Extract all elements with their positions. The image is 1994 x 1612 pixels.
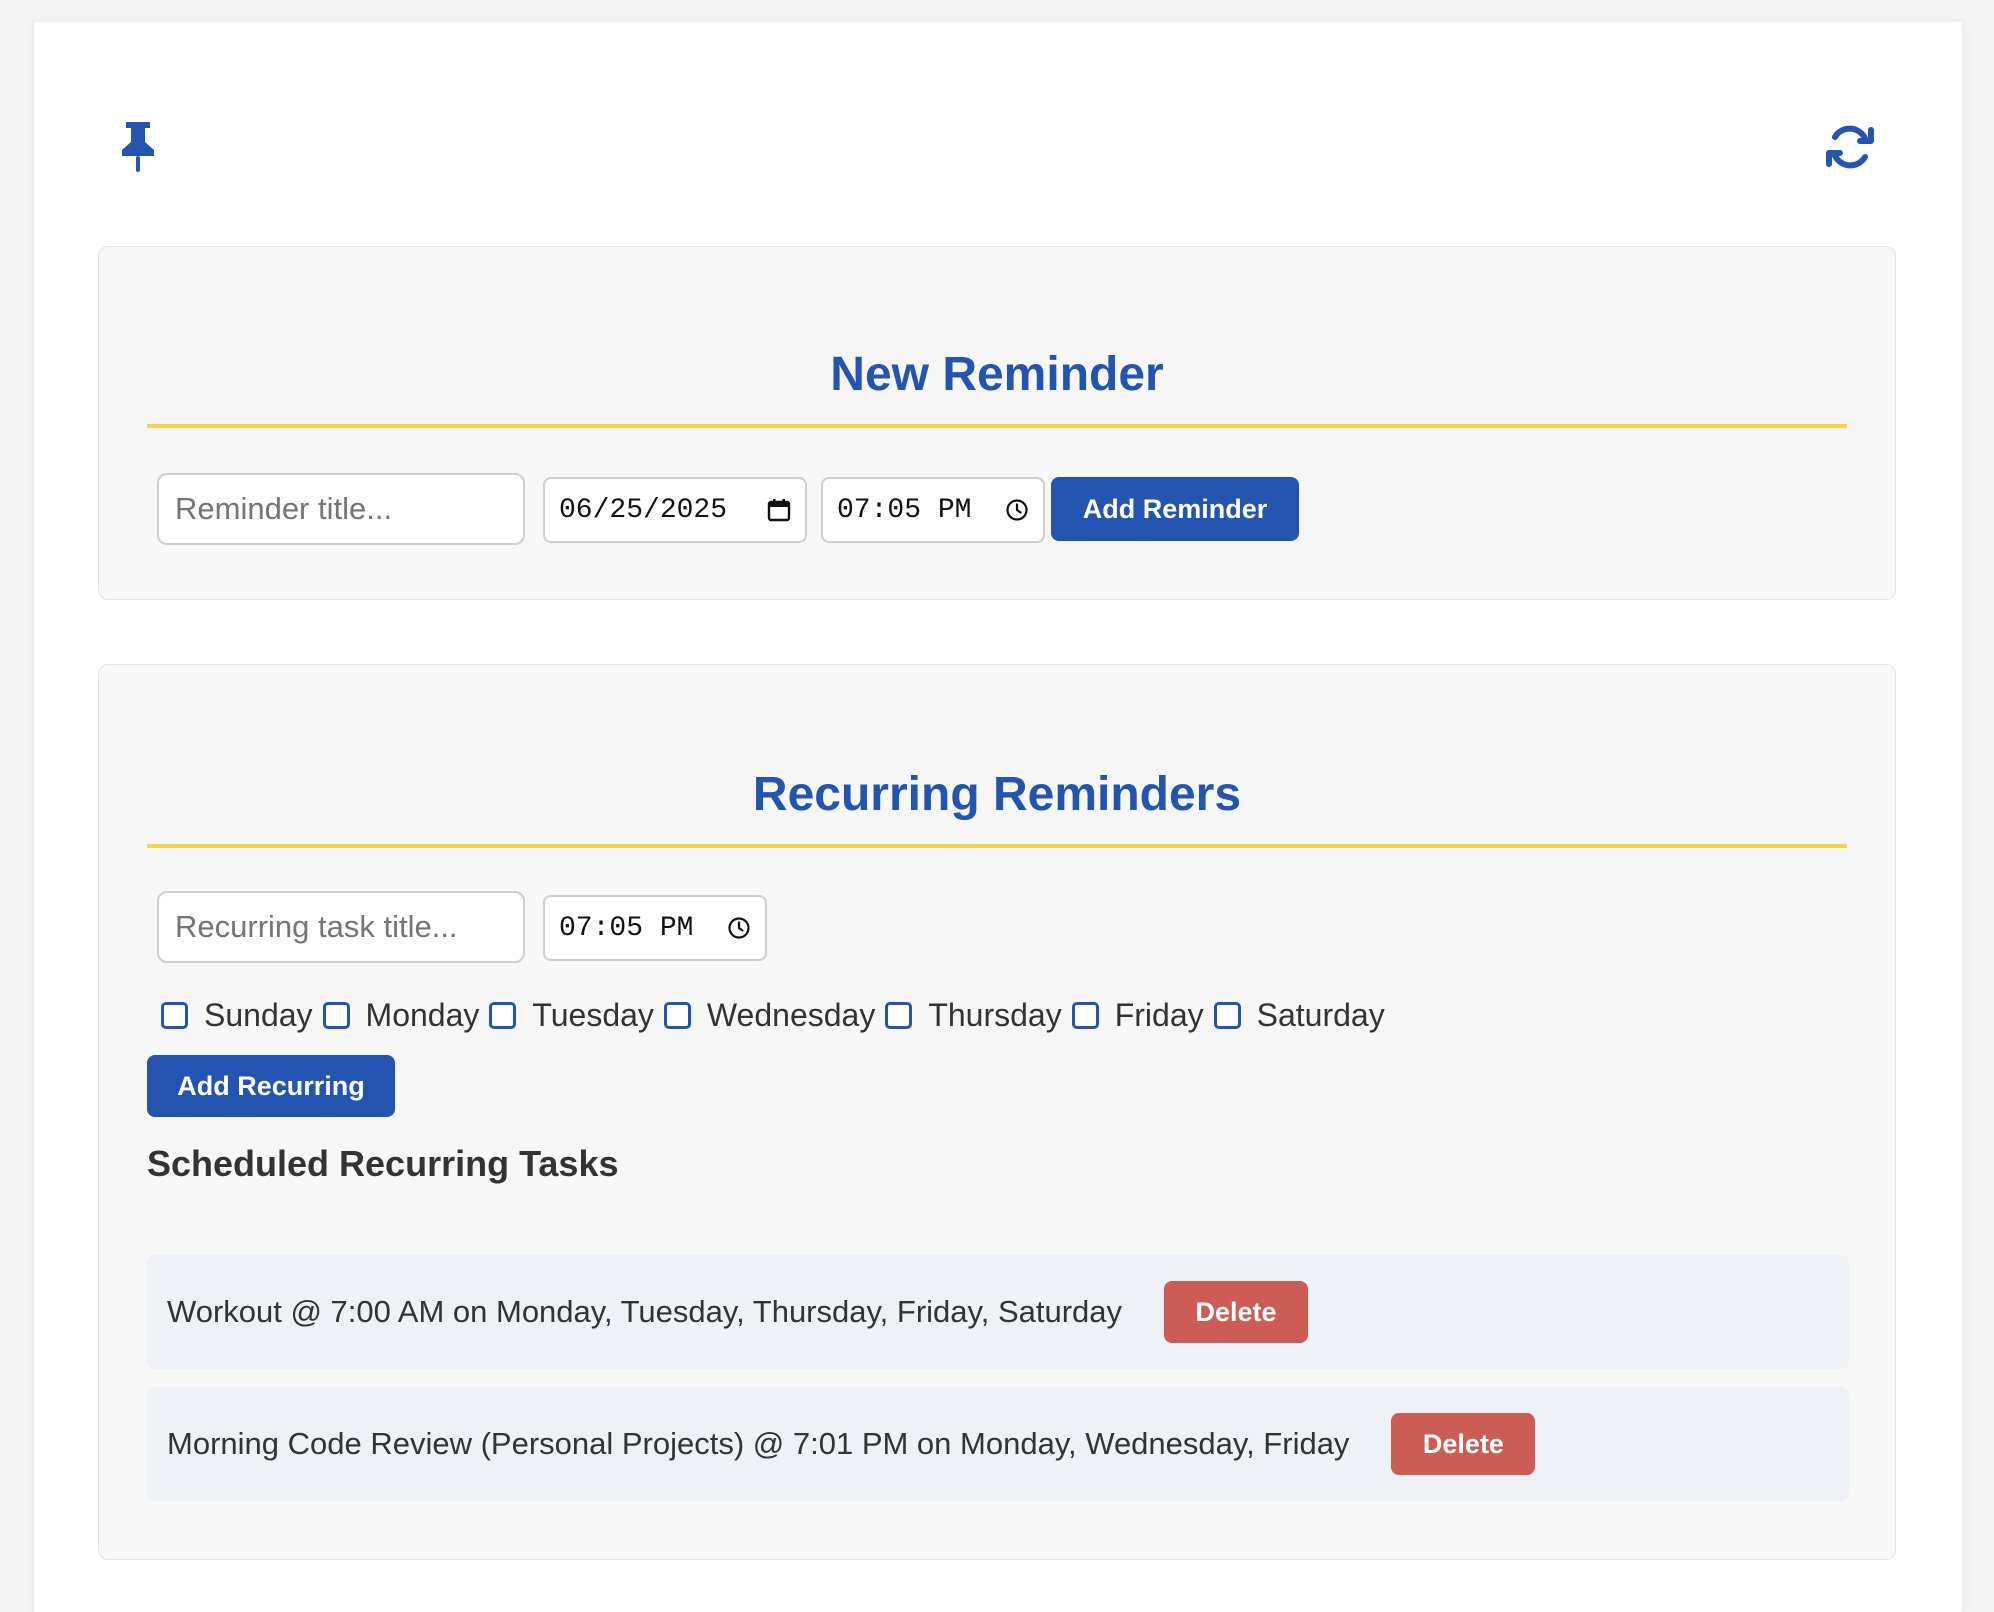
day-wednesday[interactable]: Wednesday: [660, 997, 881, 1034]
recurring-time-value: 07:05 PM: [559, 912, 694, 944]
day-sunday[interactable]: Sunday: [157, 997, 319, 1034]
weekday-selector: Sunday Monday Tuesday Wednesday Thursday…: [157, 997, 1391, 1034]
thursday-checkbox[interactable]: [885, 1002, 913, 1029]
wednesday-checkbox[interactable]: [663, 1002, 691, 1029]
clock-icon[interactable]: [1005, 498, 1029, 522]
day-label: Wednesday: [706, 997, 876, 1033]
app-container: New Reminder 06/25/2025 07:05 PM Add Rem…: [34, 22, 1962, 1612]
sunday-checkbox[interactable]: [161, 1002, 188, 1029]
list-item: Workout @ 7:00 AM on Monday, Tuesday, Th…: [147, 1255, 1849, 1369]
day-label: Tuesday: [532, 997, 654, 1033]
refresh-icon[interactable]: [1824, 121, 1876, 173]
list-item: Morning Code Review (Personal Projects) …: [147, 1387, 1849, 1501]
top-toolbar: [34, 22, 1962, 222]
delete-button[interactable]: Delete: [1164, 1281, 1309, 1343]
day-thursday[interactable]: Thursday: [881, 997, 1067, 1034]
calendar-icon[interactable]: [767, 498, 791, 522]
task-description: Workout @ 7:00 AM on Monday, Tuesday, Th…: [167, 1294, 1123, 1329]
delete-button[interactable]: Delete: [1391, 1413, 1536, 1475]
task-description: Morning Code Review (Personal Projects) …: [167, 1426, 1350, 1461]
tuesday-checkbox[interactable]: [489, 1002, 517, 1029]
saturday-checkbox[interactable]: [1213, 1002, 1241, 1029]
reminder-time-input[interactable]: 07:05 PM: [821, 477, 1045, 543]
day-label: Friday: [1114, 997, 1204, 1033]
day-label: Saturday: [1256, 997, 1385, 1033]
friday-checkbox[interactable]: [1071, 1002, 1099, 1029]
add-recurring-button[interactable]: Add Recurring: [147, 1055, 395, 1117]
scheduled-tasks-heading: Scheduled Recurring Tasks: [147, 1143, 619, 1184]
date-value: 06/25/2025: [559, 494, 728, 526]
recurring-reminders-title: Recurring Reminders: [147, 767, 1847, 848]
monday-checkbox[interactable]: [322, 1002, 350, 1029]
reminder-date-input[interactable]: 06/25/2025: [543, 477, 807, 543]
recurring-reminders-panel: Recurring Reminders 07:05 PM Sunday Mond…: [98, 664, 1896, 1560]
add-reminder-button[interactable]: Add Reminder: [1051, 477, 1299, 541]
day-friday[interactable]: Friday: [1068, 997, 1210, 1034]
day-tuesday[interactable]: Tuesday: [485, 997, 660, 1034]
recurring-title-input[interactable]: [157, 891, 525, 963]
day-saturday[interactable]: Saturday: [1210, 997, 1391, 1034]
day-label: Sunday: [204, 997, 313, 1033]
recurring-time-input[interactable]: 07:05 PM: [543, 895, 767, 961]
day-label: Thursday: [928, 997, 1062, 1033]
day-label: Monday: [365, 997, 480, 1033]
time-value: 07:05 PM: [837, 494, 972, 526]
new-reminder-title: New Reminder: [147, 347, 1847, 428]
new-reminder-panel: New Reminder 06/25/2025 07:05 PM Add Rem…: [98, 246, 1896, 600]
clock-icon[interactable]: [727, 916, 751, 940]
day-monday[interactable]: Monday: [319, 997, 486, 1034]
pin-icon[interactable]: [118, 120, 158, 174]
reminder-title-input[interactable]: [157, 473, 525, 545]
